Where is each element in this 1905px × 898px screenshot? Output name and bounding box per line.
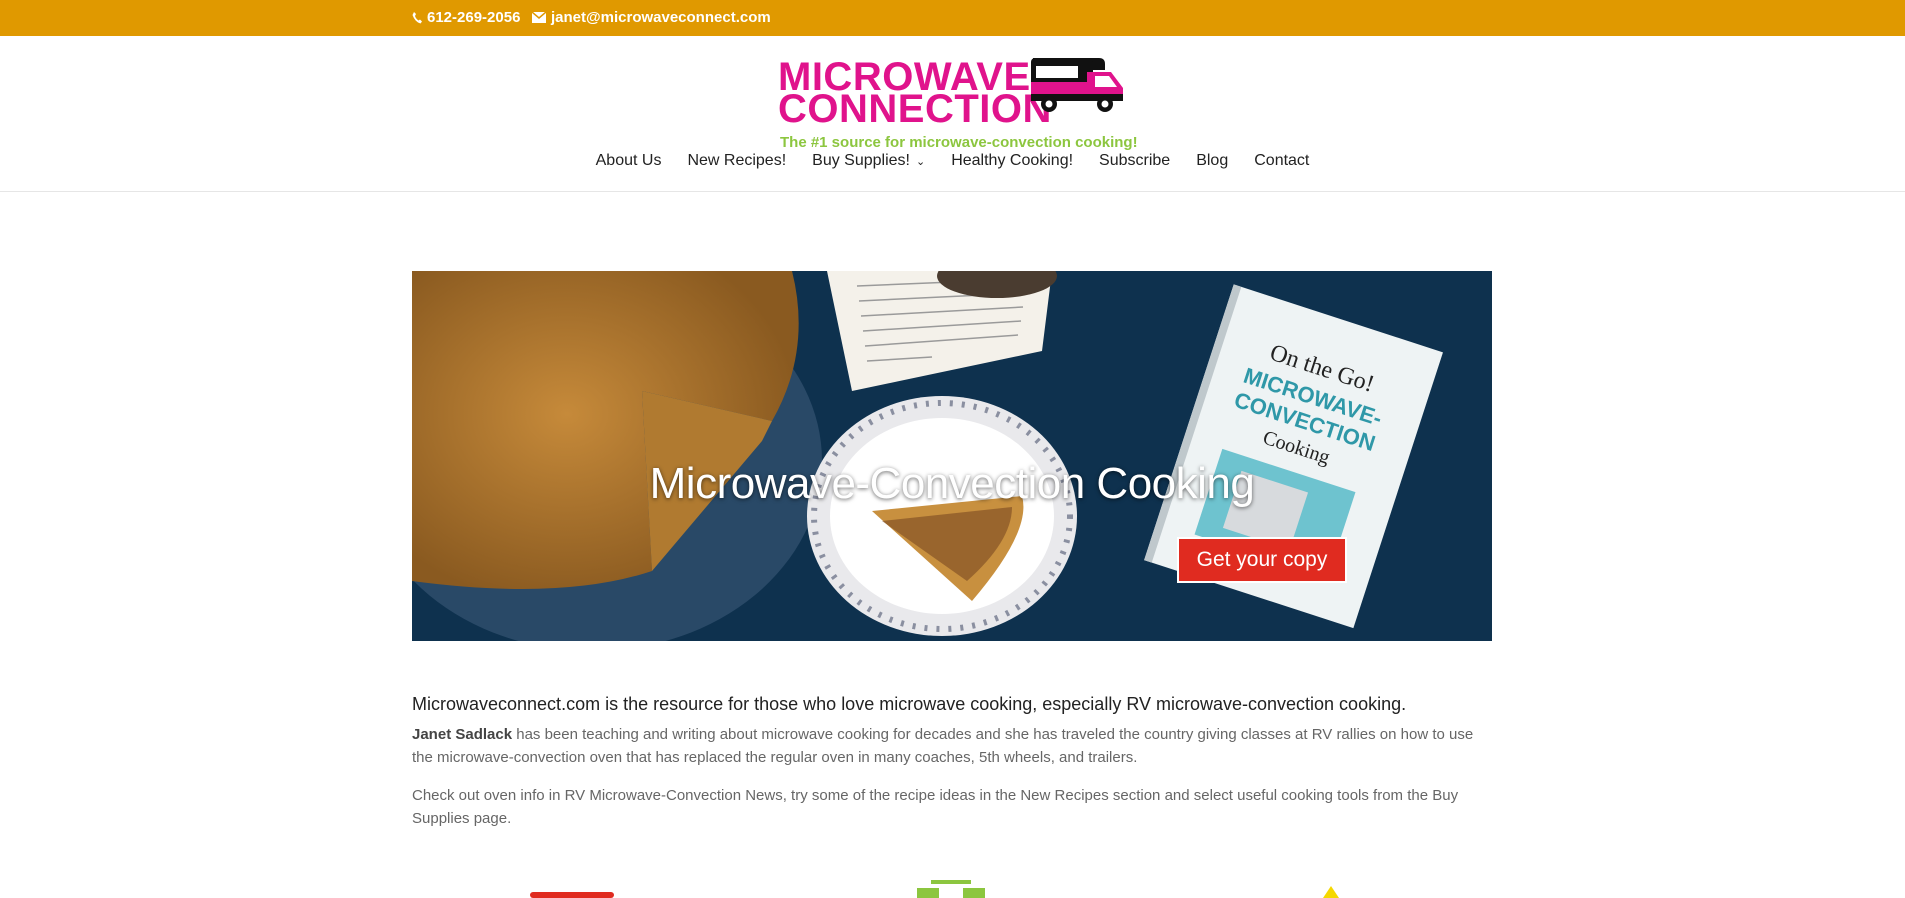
email-address[interactable]: janet@microwaveconnect.com — [551, 9, 771, 26]
nav-label: Blog — [1196, 152, 1229, 169]
site-header: MICROWAVE CONNECTION The #1 source for m… — [0, 36, 1905, 192]
author-name: Janet Sadlack — [412, 726, 513, 743]
nav-contact[interactable]: Contact — [1241, 152, 1322, 182]
rv-truck-icon — [1031, 58, 1123, 112]
nav-label: Subscribe — [1099, 152, 1171, 169]
get-your-copy-button[interactable]: Get your copy — [1177, 537, 1347, 583]
mail-icon — [532, 12, 546, 23]
nav-label: New Recipes! — [687, 152, 787, 169]
nav-subscribe[interactable]: Subscribe — [1086, 152, 1183, 182]
nav-label: Healthy Cooking! — [951, 152, 1074, 169]
nav-buy-supplies[interactable]: Buy Supplies! ⌄ — [799, 152, 938, 182]
logo-tagline: The #1 source for microwave-convection c… — [780, 134, 1138, 151]
hero-banner: On the Go! MICROWAVE- CONVECTION Cooking… — [412, 271, 1492, 641]
green-feature-icon — [917, 880, 985, 898]
intro-paragraph-text: has been teaching and writing about micr… — [412, 726, 1474, 766]
top-bar: 612-269-2056 janet@microwaveconnect.com — [0, 0, 1905, 36]
nav-new-recipes[interactable]: New Recipes! — [674, 152, 799, 182]
main-nav: About Us New Recipes! Buy Supplies! ⌄ Hea… — [0, 152, 1905, 182]
chevron-down-icon: ⌄ — [915, 156, 926, 168]
hero-title: Microwave-Convection Cooking — [649, 459, 1255, 508]
phone-number[interactable]: 612-269-2056 — [427, 9, 520, 26]
hero-photo: On the Go! MICROWAVE- CONVECTION Cooking — [412, 271, 1492, 641]
email-contact[interactable]: janet@microwaveconnect.com — [532, 9, 771, 26]
intro-paragraph: Janet Sadlack has been teaching and writ… — [412, 723, 1492, 769]
logo-line-2: CONNECTION — [778, 87, 1052, 131]
nav-label: Buy Supplies! — [812, 152, 910, 169]
yellow-feature-icon — [1323, 886, 1339, 898]
intro-lead: Microwaveconnect.com is the resource for… — [412, 694, 1407, 714]
site-logo[interactable]: MICROWAVE CONNECTION The #1 source for m… — [778, 54, 1138, 154]
nav-blog[interactable]: Blog — [1183, 152, 1241, 182]
phone-contact[interactable]: 612-269-2056 — [412, 9, 520, 26]
nav-label: Contact — [1254, 152, 1310, 169]
sections-paragraph: Check out oven info in RV Microwave-Conv… — [412, 787, 1459, 827]
phone-icon — [412, 11, 422, 23]
nav-about-us[interactable]: About Us — [583, 152, 675, 182]
red-feature-icon — [530, 892, 614, 898]
nav-healthy-cooking[interactable]: Healthy Cooking! — [938, 152, 1086, 182]
nav-label: About Us — [595, 152, 662, 169]
